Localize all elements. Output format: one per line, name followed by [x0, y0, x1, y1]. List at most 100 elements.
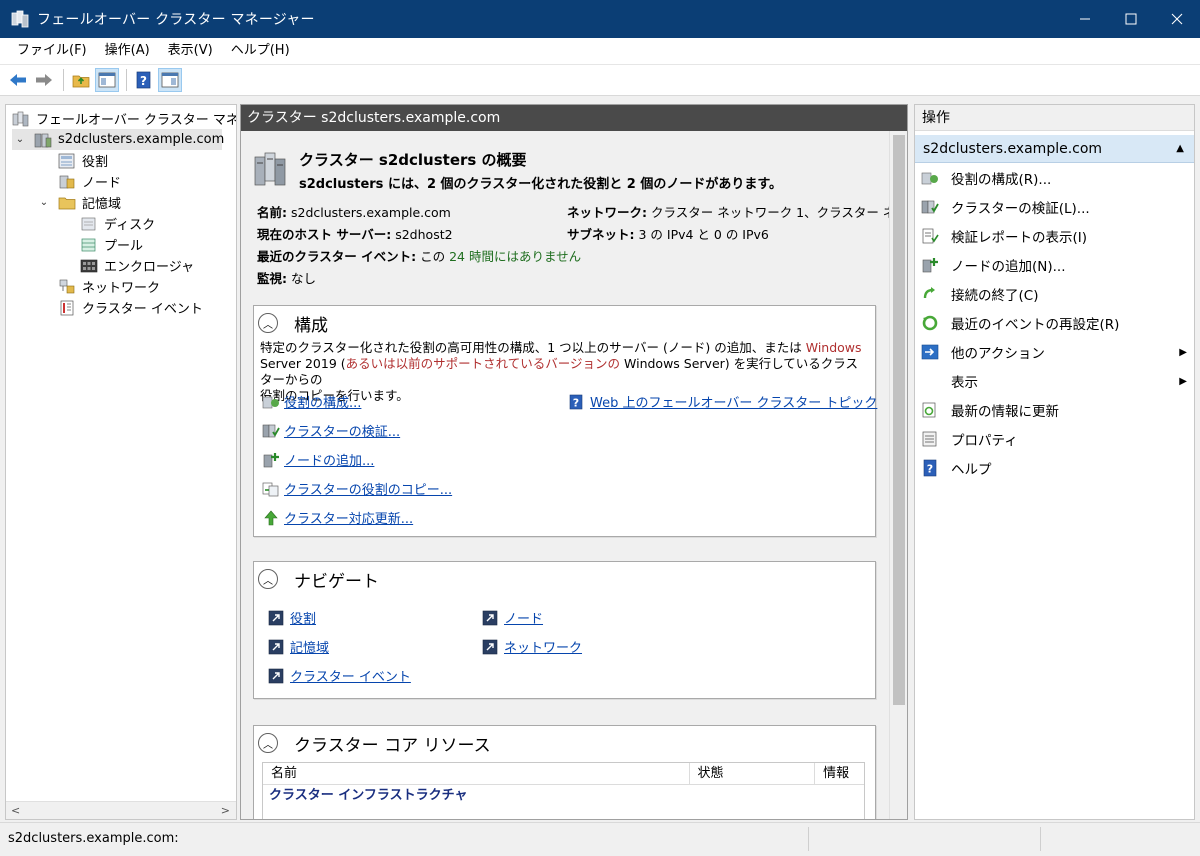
nav-link-nodes[interactable]: ノード	[482, 608, 543, 627]
action-properties[interactable]: プロパティ	[921, 426, 1191, 452]
show-hide-tree-icon	[98, 72, 116, 88]
tree-item-nodes[interactable]: ノード	[58, 171, 121, 192]
chevron-down-icon[interactable]: ⌄	[14, 133, 26, 145]
link-web-topics[interactable]: ? Web 上のフェールオーバー クラスター トピック	[568, 392, 877, 411]
nav-link-events[interactable]: クラスター イベント	[268, 666, 411, 685]
action-refresh[interactable]: 最新の情報に更新	[921, 397, 1191, 423]
tree-item-storage[interactable]: ⌄ 記憶域	[38, 192, 121, 213]
forward-button[interactable]	[32, 68, 56, 92]
toolbar: ?	[0, 64, 1200, 96]
prop-network-label: ネットワーク:	[567, 205, 647, 220]
column-status[interactable]: 状態	[690, 763, 816, 784]
action-view-report[interactable]: 検証レポートの表示(I)	[921, 223, 1191, 249]
minimize-icon	[1080, 18, 1090, 20]
collapse-icon[interactable]: ︿	[258, 313, 278, 333]
actions-group-header[interactable]: s2dclusters.example.com ▲	[915, 135, 1194, 163]
prop-subnet-label: サブネット:	[567, 227, 635, 242]
action-close-connection[interactable]: 接続の終了(C)	[921, 281, 1191, 307]
show-hide-tree-button[interactable]	[95, 68, 119, 92]
help-icon: ?	[136, 71, 151, 89]
more-actions-icon	[921, 343, 939, 361]
actions-group-label: s2dclusters.example.com	[923, 141, 1103, 157]
results-vertical-scrollbar[interactable]	[889, 131, 907, 819]
pool-icon	[80, 237, 98, 253]
prop-monitor-label: 監視:	[257, 271, 287, 286]
up-button[interactable]	[69, 68, 93, 92]
action-help[interactable]: ? ヘルプ	[921, 455, 1191, 481]
properties-icon	[921, 430, 939, 448]
show-hide-action-pane-button[interactable]	[158, 68, 182, 92]
tree-item-pools[interactable]: プール	[80, 234, 143, 255]
window-title: フェールオーバー クラスター マネージャー	[37, 12, 315, 28]
back-arrow-icon	[10, 74, 26, 86]
tree-root[interactable]: フェールオーバー クラスター マネージャ	[12, 108, 237, 129]
event-log-icon	[58, 300, 76, 316]
configure-header: ︿ 構成	[258, 312, 328, 336]
toolbar-separator	[126, 69, 127, 91]
prop-subnet-value: 3 の IPv4 と 0 の IPv6	[638, 227, 769, 242]
tree-item-cluster[interactable]: ⌄ s2dclusters.example.com	[12, 129, 224, 150]
help-button[interactable]: ?	[132, 68, 156, 92]
tree-item-networks[interactable]: ネットワーク	[58, 276, 160, 297]
navigate-header: ︿ ナビゲート	[258, 568, 379, 592]
column-name[interactable]: 名前	[263, 763, 690, 784]
action-add-node[interactable]: ノードの追加(N)...	[921, 252, 1191, 278]
collapse-icon[interactable]: ︿	[258, 569, 278, 589]
summary-title: クラスター s2dclusters の概要	[299, 151, 527, 169]
action-reset-events[interactable]: 最近のイベントの再設定(R)	[921, 310, 1191, 336]
collapse-icon[interactable]: ︿	[258, 733, 278, 753]
menu-view[interactable]: 表示(V)	[159, 38, 222, 64]
link-validate-cluster[interactable]: クラスターの検証...	[262, 421, 400, 440]
scrollbar-thumb[interactable]	[893, 135, 905, 705]
add-node-icon	[262, 452, 280, 468]
prop-monitor: 監視: なし	[257, 268, 316, 287]
tree-item-events-label: クラスター イベント	[82, 302, 203, 317]
roles-icon	[58, 153, 76, 169]
prop-network: ネットワーク: クラスター ネットワーク 1、クラスター ネ…	[567, 202, 907, 221]
action-view[interactable]: 表示 ▶	[921, 368, 1191, 394]
tree-item-roles[interactable]: 役割	[58, 150, 108, 171]
cluster-manager-icon	[11, 10, 29, 28]
action-validate-cluster[interactable]: クラスターの検証(L)...	[921, 194, 1191, 220]
nav-link-storage[interactable]: 記憶域	[268, 637, 329, 656]
nav-link-networks[interactable]: ネットワーク	[482, 637, 582, 656]
close-button[interactable]	[1154, 0, 1200, 38]
toolbar-separator	[63, 69, 64, 91]
tree-item-roles-label: 役割	[82, 155, 109, 170]
tree-horizontal-scrollbar[interactable]: < >	[6, 801, 236, 819]
core-resources-grid: 名前 状態 情報 クラスター インフラストラクチャ	[262, 762, 865, 819]
maximize-icon	[1125, 13, 1137, 25]
action-more-actions[interactable]: 他のアクション ▶	[921, 339, 1191, 365]
menu-action[interactable]: 操作(A)	[96, 38, 159, 64]
prop-events-value-green: 24 時間にはありません	[449, 249, 582, 264]
link-add-node[interactable]: ノードの追加...	[262, 450, 374, 469]
menu-file[interactable]: ファイル(F)	[8, 38, 96, 64]
minimize-button[interactable]	[1062, 0, 1108, 38]
prop-monitor-value: なし	[290, 271, 316, 286]
link-cluster-aware-updating[interactable]: クラスター対応更新...	[262, 508, 413, 527]
tree-item-enclosures[interactable]: エンクロージャ	[80, 255, 194, 276]
column-info[interactable]: 情報	[815, 763, 864, 784]
chevron-down-icon[interactable]: ⌄	[38, 196, 50, 208]
core-resources-header: ︿ クラスター コア リソース	[258, 732, 491, 756]
cluster-icon	[34, 132, 52, 148]
tree-item-events[interactable]: クラスター イベント	[58, 297, 203, 318]
scroll-left-icon[interactable]: <	[11, 804, 20, 817]
maximize-button[interactable]	[1108, 0, 1154, 38]
tree-root-label: フェールオーバー クラスター マネージャ	[36, 113, 237, 128]
help-icon: ?	[568, 394, 586, 410]
link-configure-role[interactable]: 役割の構成...	[262, 392, 361, 411]
menu-help[interactable]: ヘルプ(H)	[222, 38, 299, 64]
prop-events-value: この	[420, 249, 446, 264]
prop-events: 最近のクラスター イベント: この 24 時間にはありません	[257, 246, 581, 265]
prop-name-label: 名前:	[257, 205, 287, 220]
link-copy-roles[interactable]: クラスターの役割のコピー...	[262, 479, 452, 498]
collapse-up-icon[interactable]: ▲	[1176, 135, 1184, 163]
scroll-right-icon[interactable]: >	[221, 804, 230, 817]
action-configure-role[interactable]: 役割の構成(R)...	[921, 165, 1191, 191]
reset-icon	[921, 314, 939, 332]
grid-group-infrastructure[interactable]: クラスター インフラストラクチャ	[263, 785, 864, 807]
back-button[interactable]	[6, 68, 30, 92]
tree-item-disks[interactable]: ディスク	[80, 213, 155, 234]
nav-link-roles[interactable]: 役割	[268, 608, 316, 627]
